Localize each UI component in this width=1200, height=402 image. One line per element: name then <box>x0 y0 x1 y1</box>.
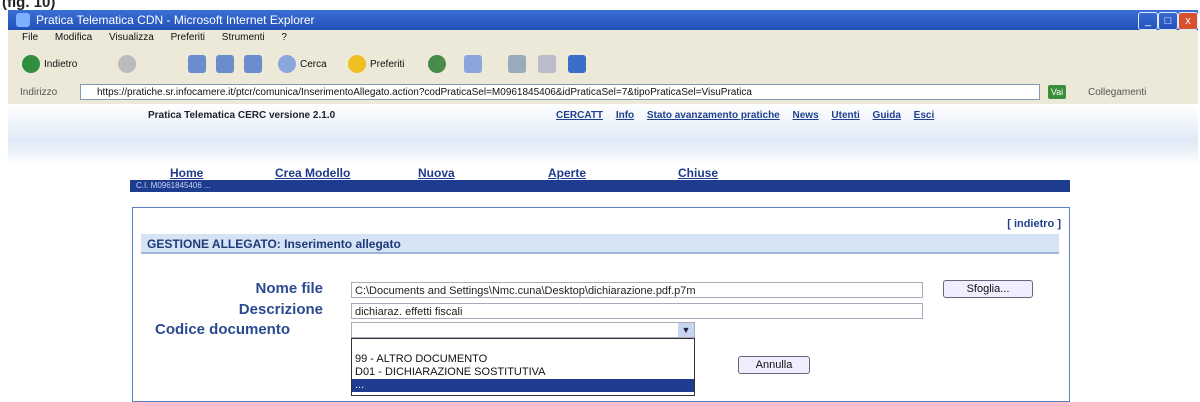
descrizione-input[interactable]: dichiaraz. effetti fiscali <box>351 303 923 319</box>
mail-button[interactable] <box>464 54 482 74</box>
dropdown-option[interactable]: D01 - DICHIARAZIONE SOSTITUTIVA <box>352 366 694 379</box>
nav-status-bar: C.I. M0961845406 ... <box>130 180 1070 192</box>
nome-file-input[interactable]: C:\Documents and Settings\Nmc.cuna\Deskt… <box>351 282 923 298</box>
menu-help[interactable]: ? <box>281 32 287 43</box>
chevron-down-icon[interactable]: ▼ <box>678 323 694 337</box>
codice-documento-select[interactable]: ▼ <box>351 322 695 338</box>
stop-icon <box>188 55 206 73</box>
toolbar: Indietro Cerca Preferiti <box>8 46 1198 82</box>
back-button[interactable]: Indietro <box>22 54 77 74</box>
top-links: CERCATT Info Stato avanzamento pratiche … <box>556 110 944 121</box>
home-button[interactable] <box>244 54 262 74</box>
menu-preferiti[interactable]: Preferiti <box>171 32 205 43</box>
main-nav: Home Crea Modello Nuova Aperte Chiuse <box>130 166 1070 180</box>
menu-bar: File Modifica Visualizza Preferiti Strum… <box>8 30 1198 46</box>
descrizione-label: Descrizione <box>238 301 323 318</box>
back-label: Indietro <box>44 58 78 70</box>
history-button[interactable] <box>428 54 446 74</box>
minimize-button[interactable]: _ <box>1138 12 1158 30</box>
site-name: Pratica Telematica CERC versione 2.1.0 <box>148 110 336 121</box>
menu-modifica[interactable]: Modifica <box>55 32 92 43</box>
messenger-icon <box>568 55 586 73</box>
home-icon <box>244 55 262 73</box>
section-title: GESTIONE ALLEGATO: Inserimento allegato <box>141 234 1059 254</box>
edit-button[interactable] <box>538 54 556 74</box>
history-icon <box>428 55 446 73</box>
go-button[interactable]: Vai <box>1048 85 1066 99</box>
top-link-stato[interactable]: Stato avanzamento pratiche <box>647 110 780 121</box>
codice-documento-dropdown: 99 - ALTRO DOCUMENTO D01 - DICHIARAZIONE… <box>351 338 695 396</box>
back-arrow-icon <box>22 55 40 73</box>
nav-home[interactable]: Home <box>170 166 203 180</box>
menu-strumenti[interactable]: Strumenti <box>222 32 265 43</box>
nav-crea-modello[interactable]: Crea Modello <box>275 166 350 180</box>
top-link-esci[interactable]: Esci <box>914 110 935 121</box>
messenger-button[interactable] <box>568 54 586 74</box>
window-titlebar: Pratica Telematica CDN - Microsoft Inter… <box>8 10 1198 30</box>
dropdown-option-selected[interactable]: ... <box>352 379 694 392</box>
annulla-button[interactable]: Annulla <box>738 356 810 374</box>
window-title: Pratica Telematica CDN - Microsoft Inter… <box>36 13 315 27</box>
mail-icon <box>464 55 482 73</box>
allegato-panel: [ indietro ] GESTIONE ALLEGATO: Inserime… <box>132 207 1070 402</box>
address-bar: Indirizzo https://pratiche.sr.infocamere… <box>8 82 1198 104</box>
top-link-info[interactable]: Info <box>616 110 634 121</box>
close-button[interactable]: x <box>1178 12 1198 30</box>
forward-button[interactable] <box>118 54 136 74</box>
top-link-utenti[interactable]: Utenti <box>831 110 859 121</box>
top-link-guida[interactable]: Guida <box>873 110 901 121</box>
refresh-button[interactable] <box>216 54 234 74</box>
edit-icon <box>538 55 556 73</box>
menu-visualizza[interactable]: Visualizza <box>109 32 154 43</box>
search-label: Cerca <box>300 58 327 70</box>
nav-nuova[interactable]: Nuova <box>418 166 455 180</box>
site-header: Pratica Telematica CERC versione 2.1.0 C… <box>8 104 1198 166</box>
codice-documento-label: Codice documento <box>155 321 291 338</box>
dropdown-option[interactable]: 99 - ALTRO DOCUMENTO <box>352 353 694 366</box>
refresh-icon <box>216 55 234 73</box>
nome-file-label: Nome file <box>255 280 323 297</box>
ie-icon <box>16 13 30 27</box>
search-button[interactable]: Cerca <box>278 54 327 74</box>
star-icon <box>348 55 366 73</box>
top-link-news[interactable]: News <box>793 110 819 121</box>
search-icon <box>278 55 296 73</box>
print-icon <box>508 55 526 73</box>
browse-button[interactable]: Sfoglia... <box>943 280 1033 298</box>
top-link-cercatt[interactable]: CERCATT <box>556 110 603 121</box>
favorites-button[interactable]: Preferiti <box>348 54 404 74</box>
menu-file[interactable]: File <box>22 32 38 43</box>
maximize-button[interactable]: □ <box>1158 12 1178 30</box>
address-input[interactable]: https://pratiche.sr.infocamere.it/ptcr/c… <box>80 84 1040 100</box>
nav-aperte[interactable]: Aperte <box>548 166 586 180</box>
links-label[interactable]: Collegamenti <box>1088 87 1146 98</box>
favorites-label: Preferiti <box>370 58 405 70</box>
address-label: Indirizzo <box>20 87 58 98</box>
print-button[interactable] <box>508 54 526 74</box>
nav-chiuse[interactable]: Chiuse <box>678 166 718 180</box>
forward-arrow-icon <box>118 55 136 73</box>
stop-button[interactable] <box>188 54 206 74</box>
back-link[interactable]: [ indietro ] <box>1007 218 1061 230</box>
